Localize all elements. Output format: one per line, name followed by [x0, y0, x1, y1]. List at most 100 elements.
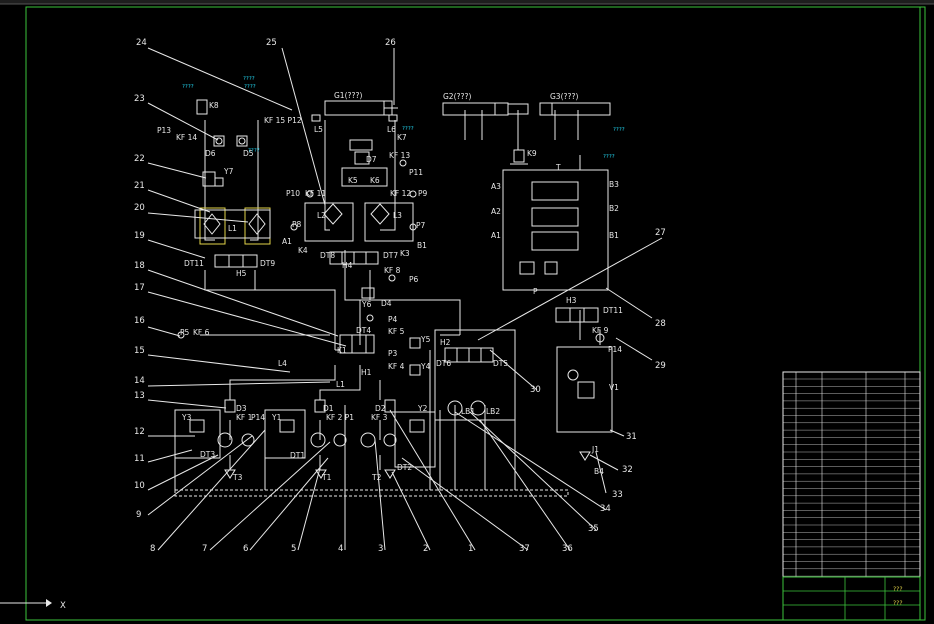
lbl-p: P [533, 287, 538, 296]
lbl-a1: A1 [282, 237, 292, 246]
lbl-p7: P7 [416, 221, 426, 230]
lbl-k9: K9 [527, 149, 537, 158]
lbl-dt11b: DT11 [603, 306, 623, 315]
lbl-v1: V1 [609, 383, 619, 392]
lbl-kf9: KF 9 [592, 326, 609, 335]
cylinder-g3-label: G3(???) [550, 92, 578, 101]
lbl-d6: D6 [205, 149, 216, 158]
lbl-dt11a: DT11 [184, 259, 204, 268]
lbl-b1: B1 [417, 241, 427, 250]
lbl-l3: L3 [393, 211, 402, 220]
annotation-3: ???? [244, 84, 256, 90]
lbl-j1: J1 [591, 445, 599, 454]
callout-21: 21 [134, 181, 145, 191]
top-toolbar-strip [0, 0, 934, 4]
parts-list-table [782, 371, 921, 578]
lbl-b4: B4 [594, 467, 604, 476]
lbl-kf5: KF 5 [388, 327, 405, 336]
cylinder-g3: G3(???) [539, 92, 611, 116]
callout-29: 29 [655, 361, 666, 371]
lbl-kf2p1: KF 2 P1 [326, 413, 354, 422]
lbl-y2: Y2 [417, 404, 428, 413]
callout-31: 31 [626, 432, 637, 442]
lbl-y4: Y4 [420, 362, 431, 371]
lbl-p3: P3 [388, 349, 398, 358]
lbl-dt3: DT3 [200, 450, 215, 459]
lbl-t3: T3 [232, 473, 243, 482]
annotation-7: ???? [603, 154, 615, 160]
callout-30: 30 [530, 385, 541, 395]
lbl-l6: L6 [387, 125, 396, 134]
callout-36: 36 [562, 544, 573, 554]
lbl-b1v: B1 [609, 231, 619, 240]
lbl-dt5: DT5 [493, 359, 508, 368]
title-block: ??? ??? [782, 576, 921, 621]
lbl-y1: Y1 [271, 413, 282, 422]
lbl-a3: A3 [491, 182, 501, 191]
lbl-kf15p12: KF 15 P12 [264, 116, 302, 125]
lbl-dt8: DT8 [320, 251, 335, 260]
callout-15: 15 [134, 346, 145, 356]
callout-35: 35 [588, 524, 599, 534]
lbl-dt9: DT9 [260, 259, 275, 268]
cyan-annotations: ???? ???? ???? ???? ???? ???? ???? [182, 76, 625, 160]
lbl-h2: H2 [440, 338, 451, 347]
callout-17: 17 [134, 283, 145, 293]
callout-16: 16 [134, 316, 145, 326]
lbl-d7: D7 [366, 155, 377, 164]
lbl-k4: K4 [298, 246, 308, 255]
lbl-kf6: KF 6 [193, 328, 210, 337]
hydraulic-schematic: X G1(???) G2(???) G3(???) 24 25 26 23 22… [0, 0, 934, 621]
lbl-d1: D1 [323, 404, 334, 413]
lbl-h5: H5 [236, 269, 247, 278]
annotation-5: ???? [402, 126, 414, 132]
callout-5: 5 [291, 544, 296, 554]
callout-12: 12 [134, 427, 145, 437]
lbl-l1b: L1 [336, 380, 345, 389]
callout-9: 9 [136, 510, 141, 520]
annotation-1: ???? [182, 84, 194, 90]
callout-18: 18 [134, 261, 145, 271]
callout-19: 19 [134, 231, 145, 241]
callout-25: 25 [266, 38, 277, 48]
cylinder-g2: G2(???) [442, 92, 529, 116]
drawing-frame [25, 6, 926, 621]
lbl-p14a: P14 [251, 413, 265, 422]
lbl-lb1: LB1 [461, 407, 475, 416]
lbl-b2: B2 [609, 204, 619, 213]
callout-8: 8 [150, 544, 155, 554]
lbl-p11: P11 [409, 168, 423, 177]
lbl-kf4: KF 4 [388, 362, 405, 371]
callout-32: 32 [622, 465, 633, 475]
lbl-l1: L1 [228, 224, 237, 233]
callout-28: 28 [655, 319, 666, 329]
lbl-k5: K5 [348, 176, 358, 185]
callout-20: 20 [134, 203, 145, 213]
lbl-l5: L5 [314, 125, 323, 134]
lbl-t1: T1 [321, 473, 332, 482]
callout-leaders [147, 47, 663, 551]
callout-24: 24 [136, 38, 147, 48]
cylinder-g1-label: G1(???) [334, 91, 362, 100]
lbl-kf14: KF 14 [176, 133, 197, 142]
callout-23: 23 [134, 94, 145, 104]
callout-34: 34 [600, 504, 611, 514]
cylinder-g1: G1(???) [311, 91, 398, 122]
lbl-k6: K6 [370, 176, 380, 185]
axis-x-label: X [60, 601, 66, 611]
lbl-d4: D4 [381, 299, 392, 308]
callout-27: 27 [655, 228, 666, 238]
annotation-6: ???? [613, 127, 625, 133]
title-block-name: ??? [893, 586, 903, 593]
lbl-dt7: DT7 [383, 251, 398, 260]
lbl-p13: P13 [157, 126, 171, 135]
lbl-y6: Y6 [361, 300, 372, 309]
lbl-h1: H1 [361, 368, 372, 377]
lbl-a2: A2 [491, 207, 501, 216]
lbl-dt1: DT1 [290, 451, 305, 460]
lbl-y3: Y3 [181, 413, 192, 422]
lbl-p5: P5 [180, 328, 190, 337]
lbl-l2: L2 [317, 211, 326, 220]
callout-26: 26 [385, 38, 396, 48]
callout-7: 7 [202, 544, 207, 554]
